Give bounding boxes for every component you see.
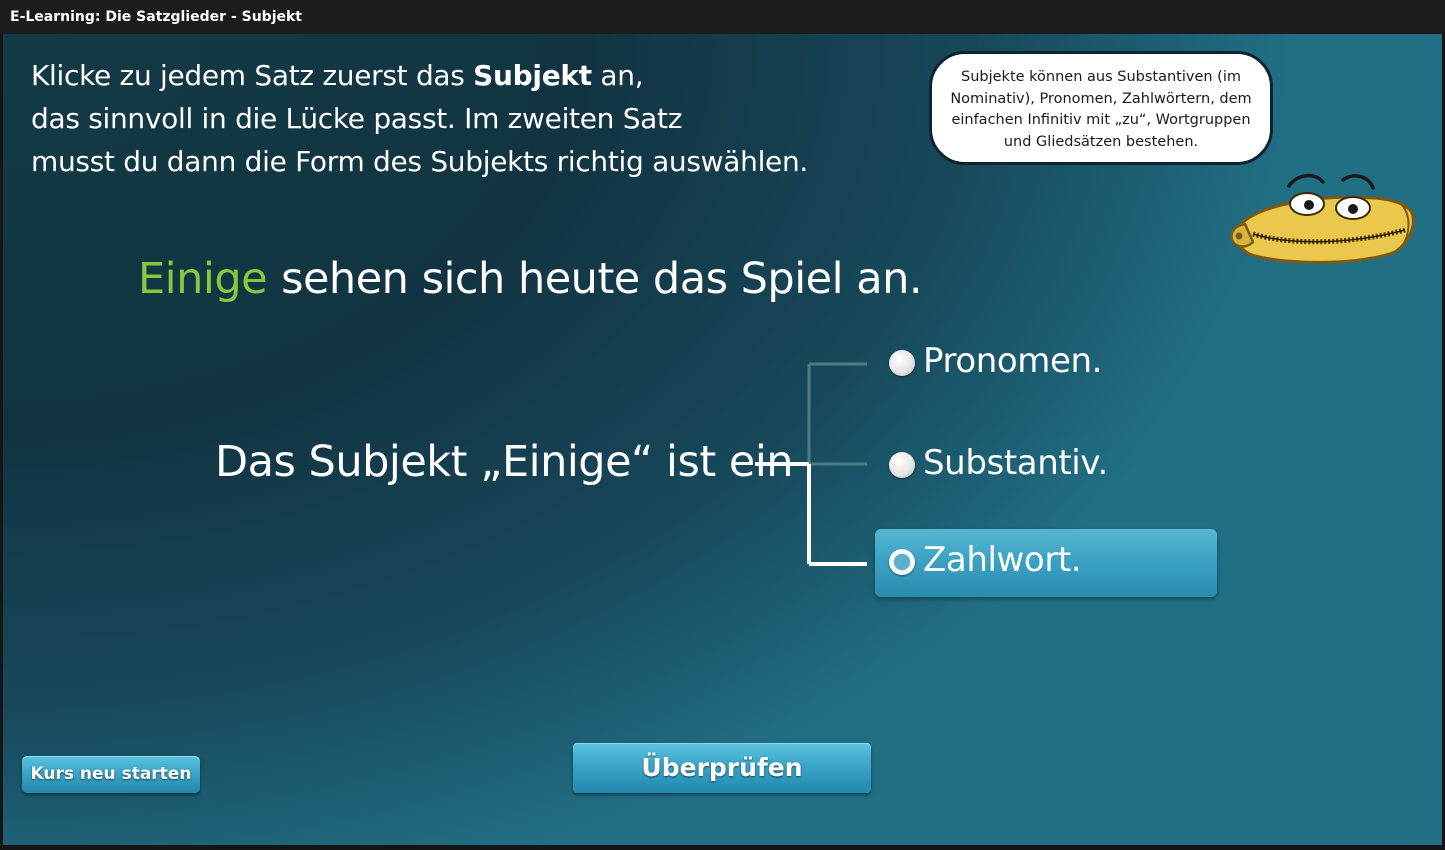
option-label: Pronomen. — [923, 341, 1103, 381]
hint-line-4: und Gliedsätzen bestehen. — [1003, 133, 1199, 150]
radio-button-icon[interactable] — [889, 350, 915, 376]
example-sentence: Einige sehen sich heute das Spiel an. — [138, 249, 923, 309]
hint-line-3: einfachen Infinitiv mit „zu“, Wortgruppe… — [951, 112, 1251, 128]
option-label: Zahlwort. — [923, 540, 1082, 580]
hint-line-2: Nominativ), Pronomen, Zahlwörtern, dem — [950, 90, 1252, 107]
option-label: Substantiv. — [923, 443, 1108, 483]
question-prompt: Das Subjekt „Einige“ ist ein — [215, 437, 794, 487]
option-substantiv[interactable]: Substantiv. — [875, 432, 1217, 500]
radio-button-icon[interactable] — [889, 452, 915, 478]
instruction-line-1-suffix: an, — [591, 59, 644, 92]
sentence-rest: sehen sich heute das Spiel an. — [281, 254, 923, 304]
instruction-text: Klicke zu jedem Satz zuerst das Subjekt … — [31, 54, 891, 183]
zipper-mascot-icon — [1230, 173, 1415, 264]
instruction-line-1: Klicke zu jedem Satz zuerst das Subjekt … — [31, 54, 891, 97]
hint-line-1: Subjekte können aus Substantiven (im — [961, 69, 1241, 85]
lesson-stage: Klicke zu jedem Satz zuerst das Subjekt … — [3, 34, 1442, 845]
hint-speech-bubble: Subjekte können aus Substantiven (im Nom… — [929, 51, 1273, 165]
radio-button-icon[interactable] — [889, 549, 915, 575]
window-title: E-Learning: Die Satzglieder - Subjekt — [0, 0, 1445, 34]
instruction-line-1-prefix: Klicke zu jedem Satz zuerst das — [31, 59, 474, 92]
option-pronomen[interactable]: Pronomen. — [875, 330, 1217, 398]
check-button[interactable]: Überprüfen — [573, 743, 871, 793]
app-window: E-Learning: Die Satzglieder - Subjekt Kl… — [0, 0, 1445, 850]
instruction-keyword: Subjekt — [473, 59, 592, 92]
instruction-line-2: das sinnvoll in die Lücke passt. Im zwei… — [31, 102, 683, 135]
instruction-line-3: musst du dann die Form des Subjekts rich… — [31, 145, 809, 178]
sentence-subject-answer[interactable]: Einige — [138, 254, 268, 304]
option-zahlwort[interactable]: Zahlwort. — [875, 529, 1217, 597]
restart-course-button[interactable]: Kurs neu starten — [22, 756, 200, 793]
